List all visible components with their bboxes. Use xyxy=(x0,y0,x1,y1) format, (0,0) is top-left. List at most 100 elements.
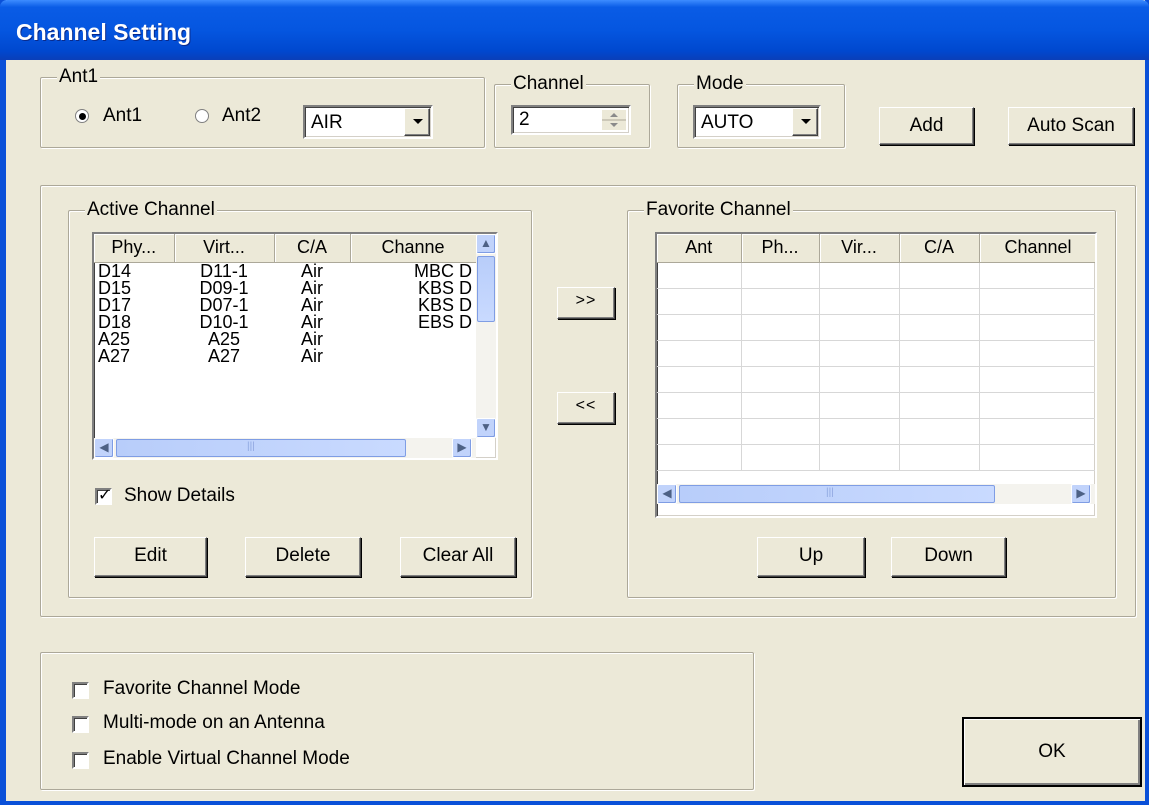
spin-arrows-icon[interactable] xyxy=(602,110,626,130)
checkmark-icon: ✓ xyxy=(98,487,112,504)
column-header[interactable]: Ant xyxy=(657,234,742,263)
active-channel-list[interactable]: Phy... Virt... C/A Channe D14 D11-1 Air MBC DD… xyxy=(92,232,498,460)
empty-cell xyxy=(899,262,980,289)
move-up-button[interactable]: Up xyxy=(757,537,865,577)
scroll-thumb[interactable] xyxy=(477,256,495,322)
scroll-down-icon[interactable]: ▼ xyxy=(476,418,496,438)
table-cell xyxy=(350,348,476,365)
favorite-channel-list[interactable]: Ant Ph... Vir... C/A Channel ◀ ||| ▶ xyxy=(655,232,1097,518)
title-bar[interactable]: Channel Setting xyxy=(0,0,1149,60)
empty-cell xyxy=(899,444,980,471)
empty-row xyxy=(657,418,1095,445)
empty-cell xyxy=(819,444,900,471)
favorite-channel-legend: Favorite Channel xyxy=(644,199,793,221)
source-select[interactable]: AIR xyxy=(303,105,433,139)
mode-select-value: AUTO xyxy=(701,112,754,133)
empty-cell xyxy=(819,340,900,367)
empty-row xyxy=(657,444,1095,471)
table-cell: KBS D xyxy=(417,296,472,314)
empty-cell xyxy=(979,444,1095,471)
auto-scan-button[interactable]: Auto Scan xyxy=(1008,107,1134,145)
table-cell xyxy=(350,331,476,348)
scroll-thumb[interactable]: ||| xyxy=(116,439,406,457)
clear-all-button[interactable]: Clear All xyxy=(400,537,516,577)
empty-cell xyxy=(741,418,820,445)
column-header[interactable]: Channel xyxy=(979,234,1095,263)
empty-cell xyxy=(899,340,980,367)
chevron-down-icon[interactable] xyxy=(404,108,430,136)
mode-group-legend: Mode xyxy=(694,73,746,95)
empty-cell xyxy=(819,262,900,289)
add-button[interactable]: Add xyxy=(879,107,974,145)
antenna-group-legend: Ant1 xyxy=(57,66,101,88)
table-row[interactable]: A27 A27 Air xyxy=(94,348,476,365)
empty-cell xyxy=(741,262,820,289)
column-header[interactable]: Channe xyxy=(350,234,477,263)
table-row[interactable]: D14 D11-1 Air MBC D xyxy=(94,262,476,280)
empty-cell xyxy=(819,366,900,393)
empty-cell xyxy=(657,392,742,419)
mode-select[interactable]: AUTO xyxy=(693,105,821,139)
scroll-right-icon[interactable]: ▶ xyxy=(1071,484,1091,504)
ok-button[interactable]: OK xyxy=(962,717,1142,787)
move-down-button[interactable]: Down xyxy=(891,537,1006,577)
favorite-list-hscroll[interactable]: ◀ ||| ▶ xyxy=(657,484,1095,504)
table-cell: D10-1 xyxy=(199,313,249,331)
favorite-mode-checkbox[interactable] xyxy=(72,682,89,699)
table-cell: KBS D xyxy=(417,279,472,297)
empty-cell xyxy=(657,366,742,393)
empty-row xyxy=(657,288,1095,315)
chevron-down-icon[interactable] xyxy=(792,108,818,136)
table-row[interactable]: D17 D07-1 Air KBS D xyxy=(94,297,476,314)
table-cell: Air xyxy=(301,296,323,314)
add-to-favorite-button[interactable]: >> xyxy=(557,287,615,319)
active-list-hscroll[interactable]: ◀ ||| ▶ xyxy=(94,438,476,458)
edit-button[interactable]: Edit xyxy=(94,537,207,577)
empty-cell xyxy=(657,444,742,471)
active-channel-legend: Active Channel xyxy=(85,199,217,221)
show-details-label[interactable]: Show Details xyxy=(124,485,235,507)
table-cell: D14 xyxy=(98,262,132,280)
table-row[interactable]: A25 A25 Air xyxy=(94,331,476,348)
ant1-radio[interactable] xyxy=(75,109,89,123)
empty-cell xyxy=(657,314,742,341)
table-cell: Air xyxy=(301,330,323,348)
channel-spin-field[interactable]: 2 xyxy=(511,105,631,135)
empty-cell xyxy=(979,418,1095,445)
table-row[interactable]: D15 D09-1 Air KBS D xyxy=(94,280,476,297)
column-header[interactable]: C/A xyxy=(274,234,351,263)
empty-cell xyxy=(657,418,742,445)
empty-cell xyxy=(899,418,980,445)
show-details-checkbox[interactable]: ✓ xyxy=(95,488,112,505)
empty-cell xyxy=(819,288,900,315)
table-row[interactable]: D18 D10-1 Air EBS D xyxy=(94,314,476,331)
scroll-right-icon[interactable]: ▶ xyxy=(452,438,472,458)
scroll-up-icon[interactable]: ▲ xyxy=(476,234,496,254)
scroll-thumb[interactable]: ||| xyxy=(679,485,995,503)
favorite-channel-table: Ant Ph... Vir... C/A Channel xyxy=(657,234,1095,471)
column-header[interactable]: Ph... xyxy=(741,234,820,263)
multi-mode-checkbox[interactable] xyxy=(72,716,89,733)
delete-button[interactable]: Delete xyxy=(245,537,361,577)
column-header[interactable]: Virt... xyxy=(174,234,275,263)
active-list-vscroll[interactable]: ▲ ▼ xyxy=(476,234,496,438)
ant2-radio[interactable] xyxy=(195,109,209,123)
column-header[interactable]: Vir... xyxy=(819,234,900,263)
scroll-left-icon[interactable]: ◀ xyxy=(94,438,114,458)
table-cell: A27 xyxy=(207,347,241,365)
table-cell: A25 xyxy=(98,330,131,348)
empty-cell xyxy=(741,340,820,367)
remove-from-favorite-button[interactable]: << xyxy=(557,392,615,424)
favorite-mode-label[interactable]: Favorite Channel Mode xyxy=(103,678,301,700)
ant1-radio-label[interactable]: Ant1 xyxy=(103,105,142,127)
scroll-left-icon[interactable]: ◀ xyxy=(657,484,677,504)
table-cell: D09-1 xyxy=(199,279,249,297)
column-header[interactable]: Phy... xyxy=(94,234,175,263)
table-cell: A27 xyxy=(98,347,131,365)
virtual-mode-label[interactable]: Enable Virtual Channel Mode xyxy=(103,748,350,770)
virtual-mode-checkbox[interactable] xyxy=(72,752,89,769)
multi-mode-label[interactable]: Multi-mode on an Antenna xyxy=(103,712,325,734)
table-cell: Air xyxy=(301,279,323,297)
column-header[interactable]: C/A xyxy=(899,234,980,263)
ant2-radio-label[interactable]: Ant2 xyxy=(222,105,261,127)
